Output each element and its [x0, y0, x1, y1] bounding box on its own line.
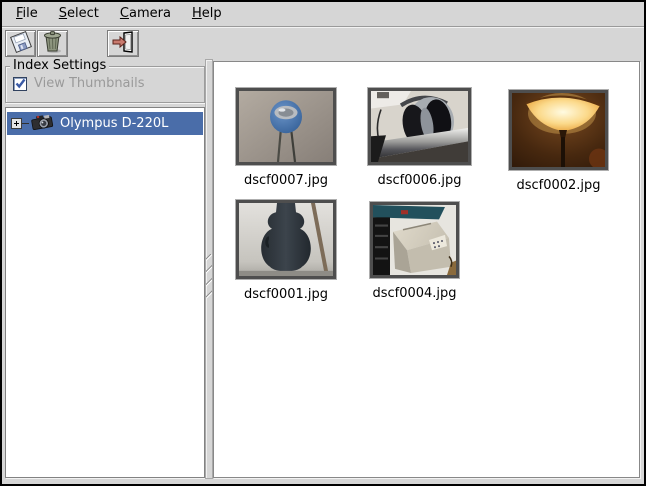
tree-item-camera[interactable]: Olympus D-220L [7, 112, 203, 135]
index-settings-title: Index Settings [10, 58, 109, 73]
delete-button[interactable] [37, 30, 68, 57]
thumbnail-filename: dscf0001.jpg [236, 287, 336, 302]
thumbnail-filename: dscf0007.jpg [236, 173, 336, 188]
check-icon [15, 78, 26, 89]
camera-icon [30, 113, 56, 135]
thumbnail-filename: dscf0004.jpg [370, 286, 459, 301]
index-settings-frame: Index Settings View Thumbnails [5, 66, 205, 103]
splitter-grip-icon [206, 254, 212, 298]
exit-button[interactable] [107, 30, 139, 57]
thumbnail-dscf0002[interactable]: dscf0002.jpg [509, 90, 608, 193]
menu-help[interactable]: Help [184, 3, 230, 25]
thumbnail-filename: dscf0006.jpg [368, 173, 471, 188]
save-button[interactable] [5, 30, 36, 57]
expander-plus-icon[interactable] [11, 118, 22, 129]
thumbnail-dscf0001[interactable]: dscf0001.jpg [236, 200, 336, 302]
photo-printer-desk[interactable] [370, 202, 459, 278]
view-thumbnails-row[interactable]: View Thumbnails [13, 76, 145, 91]
menu-bar: File Select Camera Help [2, 2, 644, 27]
thumbnail-dscf0004[interactable]: dscf0004.jpg [370, 202, 459, 301]
tree-connector-line [22, 123, 29, 124]
thumbnail-dscf0006[interactable]: dscf0006.jpg [368, 88, 471, 188]
trash-can-icon [41, 30, 65, 58]
photo-headphones[interactable] [368, 88, 471, 165]
photo-blue-disc-capacitor[interactable] [236, 88, 336, 165]
exit-door-icon [111, 31, 135, 57]
thumbnail-dscf0007[interactable]: dscf0007.jpg [236, 88, 336, 188]
thumbnail-panel: dscf0007.jpg [213, 61, 640, 478]
view-thumbnails-label: View Thumbnails [34, 76, 145, 91]
camera-tree[interactable]: Olympus D-220L [5, 107, 205, 478]
menu-select[interactable]: Select [51, 3, 107, 25]
toolbar [2, 28, 644, 60]
pane-splitter[interactable] [205, 59, 213, 479]
gtkam-window: File Select Camera Help [0, 0, 646, 486]
view-thumbnails-checkbox[interactable] [13, 77, 27, 91]
photo-guitar-case[interactable] [236, 200, 336, 279]
tree-item-label: Olympus D-220L [60, 116, 168, 131]
thumbnail-filename: dscf0002.jpg [509, 178, 608, 193]
photo-floor-lamp[interactable] [509, 90, 608, 170]
menu-file[interactable]: File [8, 3, 46, 25]
menu-camera[interactable]: Camera [112, 3, 179, 25]
floppy-disk-icon [9, 30, 33, 58]
